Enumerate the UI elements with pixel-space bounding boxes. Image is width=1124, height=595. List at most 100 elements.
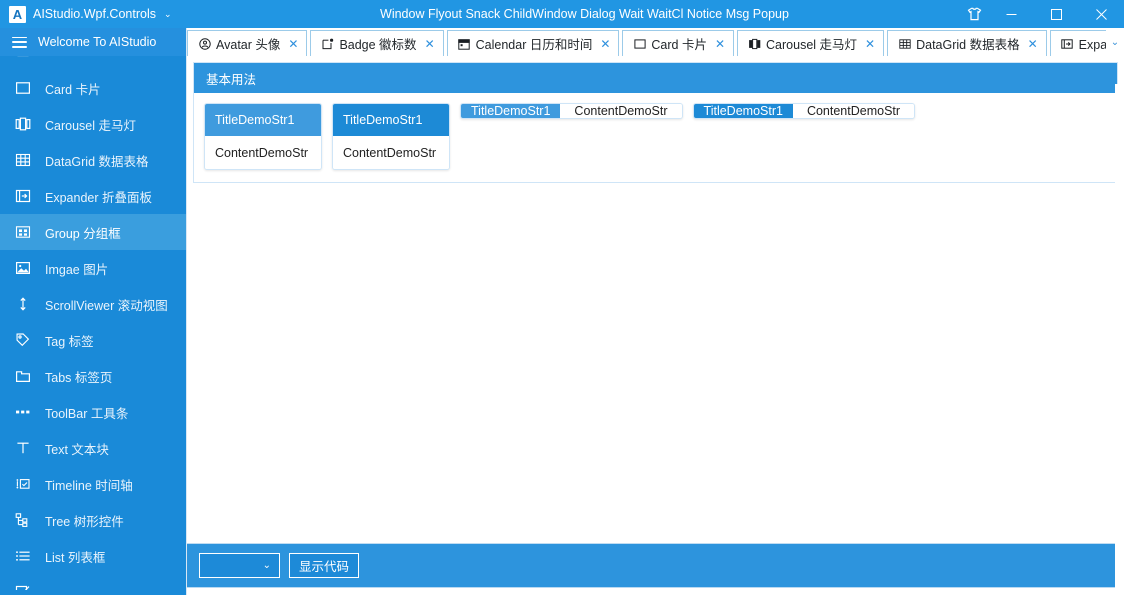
shirt-icon[interactable] (959, 0, 989, 28)
title-bar: A AIStudio.Wpf.Controls ⌄ Window Flyout … (0, 0, 1124, 28)
close-icon[interactable]: ✕ (288, 38, 298, 50)
avatar-icon (198, 37, 211, 50)
sidebar-item-label: Group 分组框 (45, 226, 121, 241)
tab-datagrid[interactable]: DataGrid 数据表格 ✕ (887, 30, 1047, 56)
carousel-icon (748, 37, 761, 50)
image-icon (14, 259, 32, 277)
body: Welcome To AIStudio Card 卡片 Carousel 走马灯… (0, 28, 1124, 595)
tree-icon (14, 511, 32, 529)
group-icon (14, 223, 32, 241)
tab-label: Calendar 日历和时间 (475, 38, 593, 52)
sidebar-header[interactable]: Welcome To AIStudio (0, 28, 186, 56)
bottom-strip (187, 587, 1124, 595)
show-code-button[interactable]: 显示代码 (289, 553, 360, 578)
groupbox-content: ContentDemoStr (205, 136, 321, 169)
sidebar-item-tree[interactable]: Tree 树形控件 (0, 502, 186, 538)
sidebar-item-label: Tabs 标签页 (45, 370, 113, 385)
application-window: A AIStudio.Wpf.Controls ⌄ Window Flyout … (0, 0, 1124, 595)
close-icon[interactable]: ✕ (600, 38, 610, 50)
content-vertical-scrollbar[interactable] (1115, 84, 1124, 595)
list-icon (14, 547, 32, 565)
groupbox-content: ContentDemoStr (792, 104, 915, 118)
sidebar-item-label: Imgae 图片 (45, 262, 109, 277)
sidebar-item-label: Card 卡片 (45, 82, 101, 97)
tab-label: Carousel 走马灯 (766, 38, 858, 52)
maximize-button[interactable] (1034, 0, 1079, 28)
sidebar-item-list[interactable]: List 列表框 (0, 538, 186, 574)
tab-label: Card 卡片 (651, 38, 707, 52)
close-button[interactable] (1079, 0, 1124, 28)
sidebar-item-timeline[interactable]: Timeline 时间轴 (0, 466, 186, 502)
minimize-button[interactable] (989, 0, 1034, 28)
tab-avatar[interactable]: Avatar 头像 ✕ (187, 30, 308, 56)
sidebar-item-toolbar[interactable]: ToolBar 工具条 (0, 394, 186, 430)
card-icon (633, 37, 646, 50)
groupbox-horizontal-1[interactable]: TitleDemoStr1 ContentDemoStr (460, 103, 683, 119)
tab-overflow-chevron-down-icon[interactable]: ⌄ (1106, 28, 1124, 56)
card-icon (14, 79, 32, 97)
sidebar-item-carousel[interactable]: Carousel 走马灯 (0, 106, 186, 142)
main-panel: Avatar 头像 ✕ Badge 徽标数 ✕ Calendar 日历和时间 ✕ (186, 28, 1124, 595)
sidebar-item-label: Carousel 走马灯 (45, 118, 136, 133)
datagrid-icon (898, 37, 911, 50)
sidebar-item-label: DataGrid 数据表格 (45, 154, 149, 169)
sidebar-item-tag[interactable]: Tag 标签 (0, 322, 186, 358)
tab-carousel[interactable]: Carousel 走马灯 ✕ (737, 30, 885, 56)
scrollviewer-icon (14, 295, 32, 313)
theme-select[interactable]: ⌄ (199, 553, 280, 578)
close-icon[interactable]: ✕ (715, 38, 725, 50)
demo-card: 基本用法 TitleDemoStr1 ContentDemoStr TitleD… (193, 62, 1118, 183)
title-bar-left: A AIStudio.Wpf.Controls ⌄ (0, 0, 186, 28)
sidebar-item-card[interactable]: Card 卡片 (0, 70, 186, 106)
tab-badge[interactable]: Badge 徽标数 ✕ (310, 30, 444, 56)
sidebar-item-label: Text 文本块 (45, 442, 109, 457)
sidebar-item-partial-top[interactable] (0, 56, 186, 70)
tab-card[interactable]: Card 卡片 ✕ (622, 30, 735, 56)
tab-strip: Avatar 头像 ✕ Badge 徽标数 ✕ Calendar 日历和时间 ✕ (187, 28, 1124, 56)
footer-toolbar: ⌄ 显示代码 (187, 543, 1124, 587)
datagrid-icon (14, 151, 32, 169)
groupbox-title: TitleDemoStr1 (333, 104, 449, 136)
calendar-icon (458, 37, 471, 50)
sidebar-item-tabs[interactable]: Tabs 标签页 (0, 358, 186, 394)
timeline-icon (14, 475, 32, 493)
sidebar-item-label: Tag 标签 (45, 334, 94, 349)
groupbox-content: ContentDemoStr (333, 136, 449, 169)
carousel-icon (14, 115, 32, 133)
groupbox-title: TitleDemoStr1 (693, 104, 793, 118)
groupbox-vertical-2[interactable]: TitleDemoStr1 ContentDemoStr (332, 103, 450, 170)
tab-calendar[interactable]: Calendar 日历和时间 ✕ (446, 30, 620, 56)
sidebar-item-label: ToolBar 工具条 (45, 406, 129, 421)
expander-icon (14, 187, 32, 205)
sidebar-item-label: ScrollViewer 滚动视图 (45, 298, 168, 313)
chevron-down-icon: ⌄ (262, 559, 271, 571)
sidebar-item-group[interactable]: Group 分组框 (0, 214, 186, 250)
button-icon (14, 56, 32, 61)
window-controls (959, 0, 1124, 28)
groupbox-horizontal-2[interactable]: TitleDemoStr1 ContentDemoStr (692, 103, 916, 119)
sidebar-item-text[interactable]: Text 文本块 (0, 430, 186, 466)
tabs-icon (14, 367, 32, 385)
content-area: 基本用法 TitleDemoStr1 ContentDemoStr TitleD… (187, 56, 1124, 595)
window-center-title: Window Flyout Snack ChildWindow Dialog W… (380, 7, 789, 21)
close-icon[interactable]: ✕ (865, 38, 875, 50)
demo-card-header: 基本用法 (194, 63, 1117, 93)
sidebar-item-scrollviewer[interactable]: ScrollViewer 滚动视图 (0, 286, 186, 322)
hamburger-menu-icon[interactable] (12, 36, 27, 48)
tab-label: Avatar 头像 (216, 38, 281, 52)
groupbox-vertical-1[interactable]: TitleDemoStr1 ContentDemoStr (204, 103, 322, 170)
close-icon[interactable]: ✕ (1028, 38, 1038, 50)
chevron-down-icon[interactable]: ⌄ (164, 9, 172, 19)
groupbox-title: TitleDemoStr1 (205, 104, 321, 136)
sidebar-item-partial-bottom[interactable] (0, 574, 186, 590)
tag-icon (14, 331, 32, 349)
groupbox-content: ContentDemoStr (560, 104, 682, 118)
checkbox-icon (14, 583, 32, 590)
sidebar-item-datagrid[interactable]: DataGrid 数据表格 (0, 142, 186, 178)
tab-label: Badge 徽标数 (339, 38, 417, 52)
sidebar-item-image[interactable]: Imgae 图片 (0, 250, 186, 286)
groupbox-title: TitleDemoStr1 (461, 104, 561, 118)
app-logo-icon: A (9, 5, 26, 23)
close-icon[interactable]: ✕ (425, 38, 435, 50)
sidebar-item-expander[interactable]: Expander 折叠面板 (0, 178, 186, 214)
